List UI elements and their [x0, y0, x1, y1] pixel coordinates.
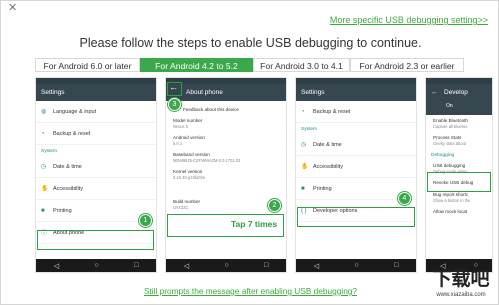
tab-android-2-3[interactable]: For Android 2.3 or earlier	[350, 58, 464, 72]
phone-title: ← Develop	[426, 84, 492, 101]
watermark-logo: 下载吧 www.xiazaiba.com	[432, 269, 490, 298]
nav-bar: ◁ ○ □	[36, 259, 156, 272]
list-item: ◔ Backup & reset	[36, 123, 156, 145]
back-arrow-icon: ←	[169, 82, 178, 92]
detail-item: Android version 5.0.1	[173, 135, 205, 146]
list-item: ◷ Date & time	[296, 134, 416, 156]
printer-icon: ■	[301, 185, 305, 192]
tab-android-6[interactable]: For Android 6.0 or later	[35, 58, 140, 72]
list-item: ◔ Backup & reset	[296, 101, 416, 123]
home-icon: ○	[94, 262, 99, 269]
home-icon: ○	[473, 262, 478, 269]
toggle-label[interactable]: On	[446, 103, 453, 109]
detail-item: Model number Nexus 6	[173, 118, 203, 129]
page-title: Please follow the steps to enable USB de…	[79, 36, 422, 50]
close-icon[interactable]: ✕	[8, 2, 17, 14]
list-item: ✋ Accessibility	[296, 156, 416, 178]
back-icon: ◁	[53, 262, 60, 270]
android-version-tabs: For Android 6.0 or later For Android 4.2…	[35, 58, 464, 72]
developer-toggle-bar: On	[426, 101, 492, 115]
detail-item: Process Stats Geeky stats about	[433, 135, 466, 146]
accessibility-icon: ✋	[301, 164, 309, 170]
more-settings-link[interactable]: More specific USB debugging setting>>	[330, 15, 488, 25]
list-item: ✋ Accessibility	[36, 178, 156, 200]
recents-icon: □	[134, 262, 139, 269]
back-icon: ◁	[183, 262, 190, 270]
backup-icon: ◔	[301, 108, 305, 115]
feedback-item[interactable]: Feedback about this device	[166, 101, 286, 115]
detail-item: Enable Bluetooth Capture all bluetoo	[433, 118, 468, 129]
backup-icon: ◔	[41, 130, 45, 137]
phone-about: About phone Feedback about this device M…	[165, 77, 287, 273]
accessibility-icon: ✋	[41, 186, 49, 192]
step-badge-1: 1	[139, 214, 152, 227]
back-icon: ◁	[313, 262, 320, 270]
list-item: ◷ Date & time	[36, 156, 156, 178]
section-label: Debugging	[431, 153, 455, 158]
phone-title: Settings	[296, 84, 416, 101]
list-item: ◍ Language & input	[36, 101, 156, 123]
highlight-about-phone	[37, 230, 154, 250]
phone-title: About phone	[166, 84, 286, 101]
list-item: ■ Printing	[36, 200, 156, 222]
nav-bar: ◁ ○ □	[296, 259, 416, 272]
usb-debugging-dialog: ✕ More specific USB debugging setting>> …	[0, 0, 499, 305]
recents-icon: □	[394, 262, 399, 269]
tab-android-3[interactable]: For Android 3.0 to 4.1	[253, 58, 350, 72]
home-icon: ○	[354, 262, 359, 269]
build-number-item[interactable]: Build number LRX22C	[166, 189, 286, 213]
step-badge-4: 4	[398, 192, 411, 205]
printer-icon: ■	[41, 207, 45, 214]
clock-icon: ◷	[301, 142, 307, 148]
phone-settings-developer: Settings ◔ Backup & reset System ◷ Date & …	[295, 77, 417, 273]
tap-instruction: Tap 7 times	[231, 219, 278, 229]
recents-icon: □	[264, 262, 269, 269]
globe-icon: ◍	[41, 109, 47, 115]
detail-item: Kernel version 3.10.40-g15fa02e	[173, 169, 206, 180]
back-arrow-icon: ←	[431, 89, 438, 96]
phone-title: Settings	[36, 84, 156, 101]
tab-android-4-2[interactable]: For Android 4.2 to 5.2	[140, 58, 253, 72]
still-prompts-link[interactable]: Still prompts the message after enabling…	[1, 286, 499, 296]
highlight-usb-debugging	[427, 172, 491, 192]
detail-item: Allow mock locat	[433, 209, 468, 214]
highlight-developer-options	[297, 207, 415, 227]
nav-bar: ◁ ○ □	[166, 259, 286, 272]
detail-item: Baseband version MDM9625-CEFWMAZM-2.0.170…	[173, 152, 241, 163]
section-label: System	[41, 149, 57, 154]
clock-icon: ◷	[41, 164, 47, 170]
section-label: System	[301, 127, 317, 132]
step-badge-3: 3	[168, 98, 181, 111]
home-icon: ○	[224, 262, 229, 269]
step-badge-2: 2	[268, 199, 281, 212]
